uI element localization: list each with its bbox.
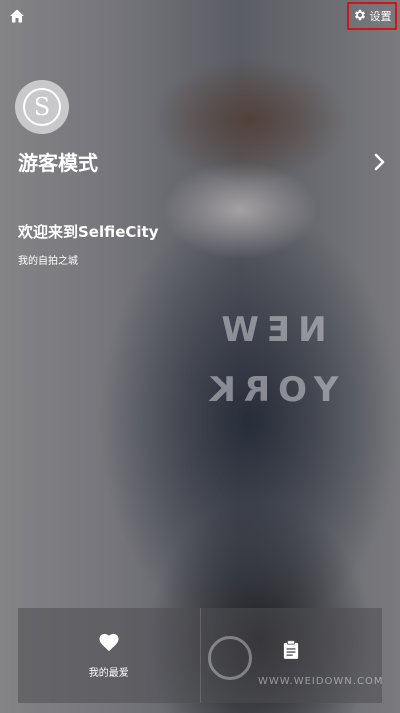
heart-icon xyxy=(98,632,120,656)
favorites-label: 我的最爱 xyxy=(89,664,129,679)
avatar[interactable]: S xyxy=(15,80,69,134)
avatar-letter: S xyxy=(23,88,61,126)
bottom-nav: 我的最爱 xyxy=(18,608,382,703)
guest-mode-label[interactable]: 游客模式 xyxy=(18,147,98,176)
settings-button[interactable]: 设置 xyxy=(347,2,397,30)
home-icon[interactable] xyxy=(9,8,25,24)
settings-label: 设置 xyxy=(370,8,392,24)
favorites-button[interactable]: 我的最爱 xyxy=(18,608,200,703)
clipboard-icon xyxy=(283,640,299,664)
chevron-right-icon[interactable] xyxy=(372,153,386,171)
welcome-subtitle: 我的自拍之城 xyxy=(18,252,78,267)
welcome-title: 欢迎来到SelfieCity xyxy=(18,221,159,242)
jacket-text: NEW YORK xyxy=(195,300,345,420)
records-button[interactable] xyxy=(200,608,383,703)
gear-icon xyxy=(353,8,367,25)
